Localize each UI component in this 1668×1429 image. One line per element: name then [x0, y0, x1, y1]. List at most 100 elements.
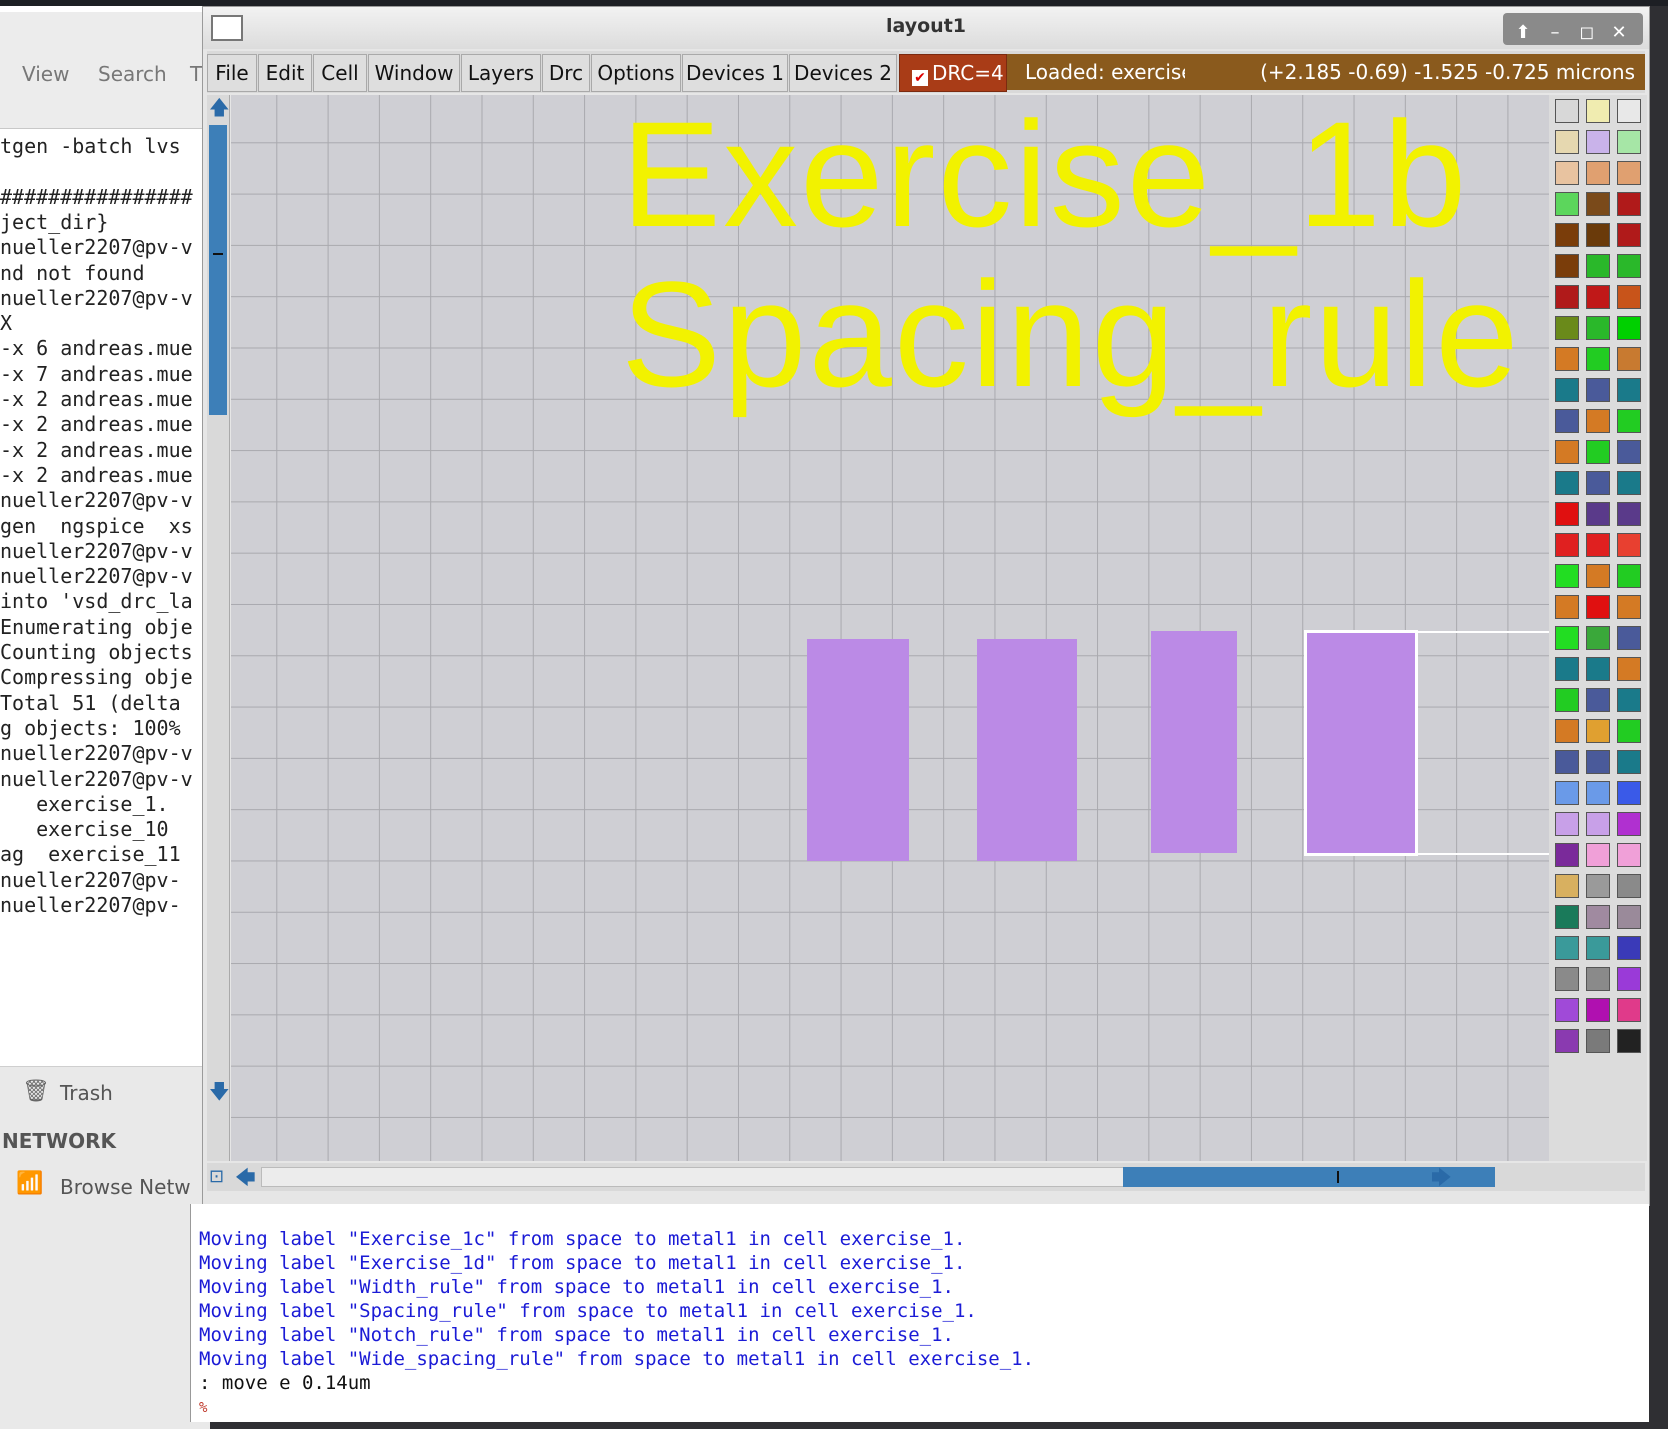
close-icon[interactable]: ✕: [1607, 21, 1631, 45]
layer-swatch[interactable]: [1586, 502, 1610, 526]
layer-swatch[interactable]: [1555, 285, 1579, 309]
layer-swatch[interactable]: [1555, 781, 1579, 805]
layer-swatch[interactable]: [1617, 874, 1641, 898]
layer-swatch[interactable]: [1617, 626, 1641, 650]
sidebar-item-trash[interactable]: Trash: [60, 1081, 113, 1105]
layer-swatch[interactable]: [1555, 750, 1579, 774]
sidebar-item-browse-network[interactable]: Browse Netw: [60, 1175, 191, 1199]
layer-swatch[interactable]: [1555, 626, 1579, 650]
layer-swatch[interactable]: [1617, 595, 1641, 619]
layer-swatch[interactable]: [1617, 657, 1641, 681]
layer-swatch[interactable]: [1555, 905, 1579, 929]
layer-swatch[interactable]: [1555, 812, 1579, 836]
layer-swatch[interactable]: [1555, 130, 1579, 154]
layer-swatch[interactable]: [1555, 533, 1579, 557]
layer-swatch[interactable]: [1586, 1029, 1610, 1053]
layer-swatch[interactable]: [1586, 316, 1610, 340]
layer-swatch[interactable]: [1617, 812, 1641, 836]
layer-swatch[interactable]: [1586, 657, 1610, 681]
layer-swatch[interactable]: [1555, 936, 1579, 960]
layer-swatch[interactable]: [1617, 409, 1641, 433]
layer-swatch[interactable]: [1586, 595, 1610, 619]
zoom-box-icon[interactable]: ⊡: [209, 1167, 224, 1187]
metal1-rect-2[interactable]: [977, 639, 1077, 861]
menu-layers[interactable]: Layers: [461, 54, 541, 92]
layer-swatch[interactable]: [1586, 130, 1610, 154]
layer-swatch[interactable]: [1617, 316, 1641, 340]
layer-swatch[interactable]: [1555, 998, 1579, 1022]
layer-swatch[interactable]: [1617, 223, 1641, 247]
window-titlebar[interactable]: layout1 ⬆ – ◻ ✕: [203, 7, 1649, 49]
menu-options[interactable]: Options: [591, 54, 681, 92]
menu-file[interactable]: File: [207, 54, 257, 92]
layer-swatch[interactable]: [1617, 750, 1641, 774]
layer-swatch[interactable]: [1617, 564, 1641, 588]
layer-swatch[interactable]: [1586, 936, 1610, 960]
layer-swatch[interactable]: [1586, 409, 1610, 433]
layer-swatch[interactable]: [1555, 347, 1579, 371]
label-spacing-rule[interactable]: Spacing_rule: [621, 259, 1521, 409]
layer-swatch[interactable]: [1586, 285, 1610, 309]
layer-swatch[interactable]: [1586, 781, 1610, 805]
menu-window[interactable]: Window: [368, 54, 460, 92]
layer-swatch[interactable]: [1586, 533, 1610, 557]
menu-devices-2[interactable]: Devices 2: [789, 54, 897, 92]
layer-swatch[interactable]: [1555, 471, 1579, 495]
layer-swatch[interactable]: [1586, 192, 1610, 216]
layer-swatch[interactable]: [1617, 1029, 1641, 1053]
layer-swatch[interactable]: [1586, 99, 1610, 123]
scroll-up-icon[interactable]: 🡅: [209, 97, 230, 117]
layer-swatch[interactable]: [1555, 99, 1579, 123]
console-prompt[interactable]: %: [199, 1400, 207, 1416]
menu-search[interactable]: Search: [98, 62, 167, 86]
layer-swatch[interactable]: [1555, 316, 1579, 340]
layer-swatch[interactable]: [1617, 533, 1641, 557]
layer-swatch[interactable]: [1586, 564, 1610, 588]
menu-view[interactable]: View: [22, 62, 69, 86]
layer-swatch[interactable]: [1617, 378, 1641, 402]
layer-swatch[interactable]: [1586, 471, 1610, 495]
layer-swatch[interactable]: [1617, 440, 1641, 464]
layer-swatch[interactable]: [1586, 967, 1610, 991]
layer-swatch[interactable]: [1555, 843, 1579, 867]
layer-swatch[interactable]: [1555, 1029, 1579, 1053]
layer-swatch[interactable]: [1586, 874, 1610, 898]
layer-swatch[interactable]: [1617, 347, 1641, 371]
drc-indicator[interactable]: ✔ DRC=4: [899, 54, 1007, 92]
layer-swatch[interactable]: [1586, 843, 1610, 867]
menu-devices-1[interactable]: Devices 1: [682, 54, 788, 92]
command-console[interactable]: : move e 0.14um % Moving label "Exercise…: [190, 1204, 1649, 1422]
layer-swatch[interactable]: [1555, 657, 1579, 681]
layer-swatch[interactable]: [1617, 936, 1641, 960]
layer-swatch[interactable]: [1555, 719, 1579, 743]
layer-swatch[interactable]: [1555, 595, 1579, 619]
layer-swatch[interactable]: [1617, 719, 1641, 743]
layer-swatch[interactable]: [1586, 223, 1610, 247]
layer-swatch[interactable]: [1617, 967, 1641, 991]
layer-swatch[interactable]: [1586, 905, 1610, 929]
layer-swatch[interactable]: [1617, 161, 1641, 185]
horizontal-scrollbar[interactable]: ⊡ 🡄 🡆: [207, 1163, 1645, 1191]
layer-swatch[interactable]: [1555, 192, 1579, 216]
layer-swatch[interactable]: [1586, 378, 1610, 402]
layer-swatch[interactable]: [1617, 502, 1641, 526]
metal1-rect-1[interactable]: [807, 639, 909, 861]
scroll-right-icon[interactable]: 🡆: [1431, 1167, 1452, 1187]
layer-swatch[interactable]: [1617, 998, 1641, 1022]
layer-swatch[interactable]: [1617, 130, 1641, 154]
menu-t[interactable]: T: [190, 62, 202, 86]
layer-swatch[interactable]: [1555, 440, 1579, 464]
layer-swatch[interactable]: [1586, 254, 1610, 278]
layer-swatch[interactable]: [1617, 905, 1641, 929]
layer-swatch[interactable]: [1586, 688, 1610, 712]
vertical-scroll-thumb[interactable]: [209, 125, 227, 415]
layer-swatch[interactable]: [1617, 471, 1641, 495]
drc-checkbox[interactable]: ✔: [912, 70, 928, 86]
layout-canvas[interactable]: Exercise_1b Spacing_rule: [231, 95, 1549, 1161]
layer-swatch[interactable]: [1555, 564, 1579, 588]
layer-swatch[interactable]: [1586, 440, 1610, 464]
up-icon[interactable]: ⬆: [1511, 21, 1535, 45]
menu-cell[interactable]: Cell: [313, 54, 367, 92]
layer-swatch[interactable]: [1586, 719, 1610, 743]
layer-swatch[interactable]: [1586, 626, 1610, 650]
